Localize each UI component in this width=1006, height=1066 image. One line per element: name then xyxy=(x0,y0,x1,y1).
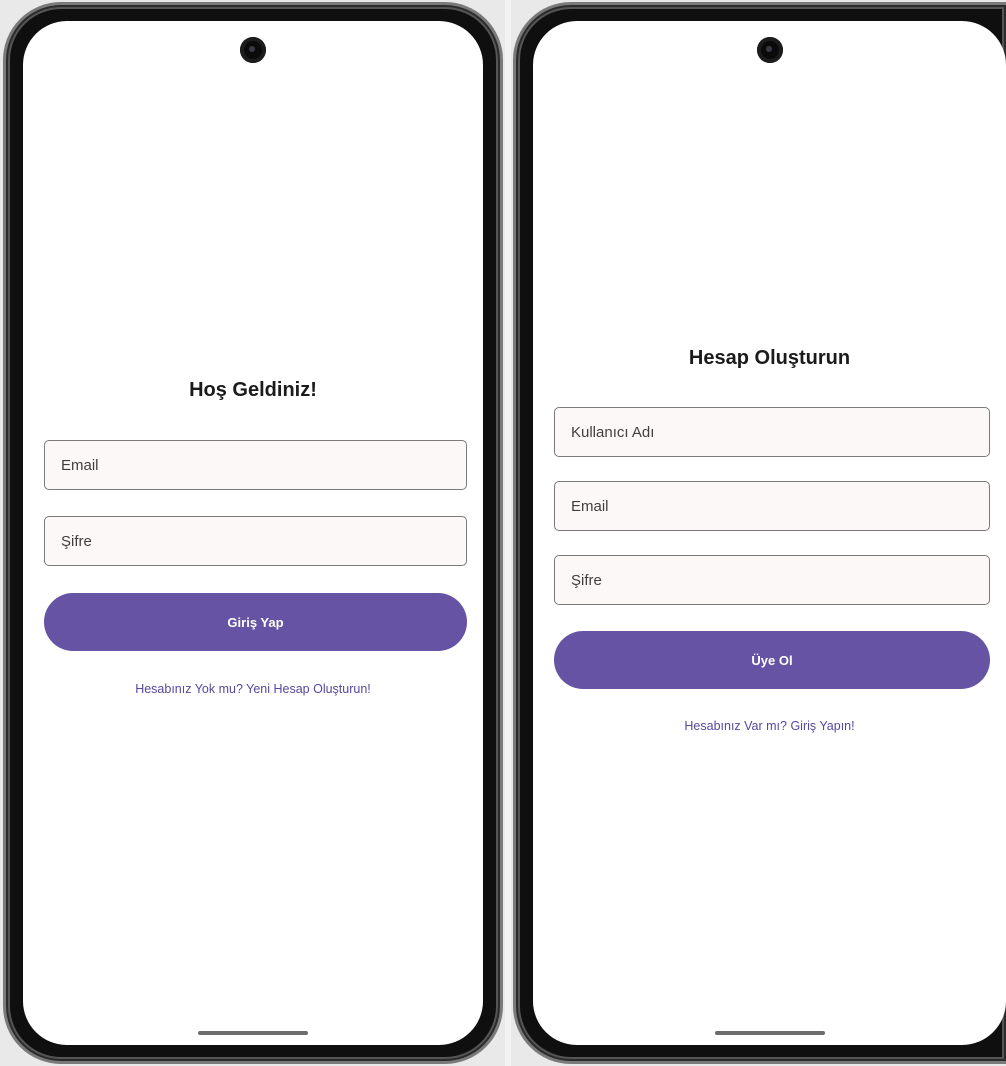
login-screen: Hoş Geldiniz! Giriş Yap Hesabınız Yok mu… xyxy=(23,21,483,1045)
panel-divider xyxy=(505,0,511,1066)
login-title: Hoş Geldiniz! xyxy=(189,379,317,401)
login-button[interactable]: Giriş Yap xyxy=(44,593,467,651)
register-email-input[interactable] xyxy=(555,482,989,530)
login-email-input[interactable] xyxy=(45,441,466,489)
register-password-field[interactable] xyxy=(554,555,990,605)
screenshot-stage: Hoş Geldiniz! Giriş Yap Hesabınız Yok mu… xyxy=(0,0,1006,1066)
front-camera-icon xyxy=(240,37,266,63)
phone-frame-register: Hesap Oluşturun Üye Ol Hesabınız Var mı?… xyxy=(513,2,1006,1064)
phone-frame-login: Hoş Geldiniz! Giriş Yap Hesabınız Yok mu… xyxy=(3,2,503,1064)
register-username-input[interactable] xyxy=(555,408,989,456)
register-password-input[interactable] xyxy=(555,556,989,604)
go-to-login-link[interactable]: Hesabınız Var mı? Giriş Yapın! xyxy=(533,719,1006,733)
register-screen: Hesap Oluşturun Üye Ol Hesabınız Var mı?… xyxy=(533,21,1006,1045)
create-account-link[interactable]: Hesabınız Yok mu? Yeni Hesap Oluşturun! xyxy=(23,682,483,696)
login-email-field[interactable] xyxy=(44,440,467,490)
login-password-field[interactable] xyxy=(44,516,467,566)
register-username-field[interactable] xyxy=(554,407,990,457)
login-password-input[interactable] xyxy=(45,517,466,565)
register-email-field[interactable] xyxy=(554,481,990,531)
home-indicator-icon[interactable] xyxy=(714,1031,825,1035)
front-camera-icon xyxy=(756,37,783,63)
home-indicator-icon[interactable] xyxy=(198,1031,308,1035)
register-button[interactable]: Üye Ol xyxy=(554,631,990,689)
register-title: Hesap Oluşturun xyxy=(688,347,851,369)
